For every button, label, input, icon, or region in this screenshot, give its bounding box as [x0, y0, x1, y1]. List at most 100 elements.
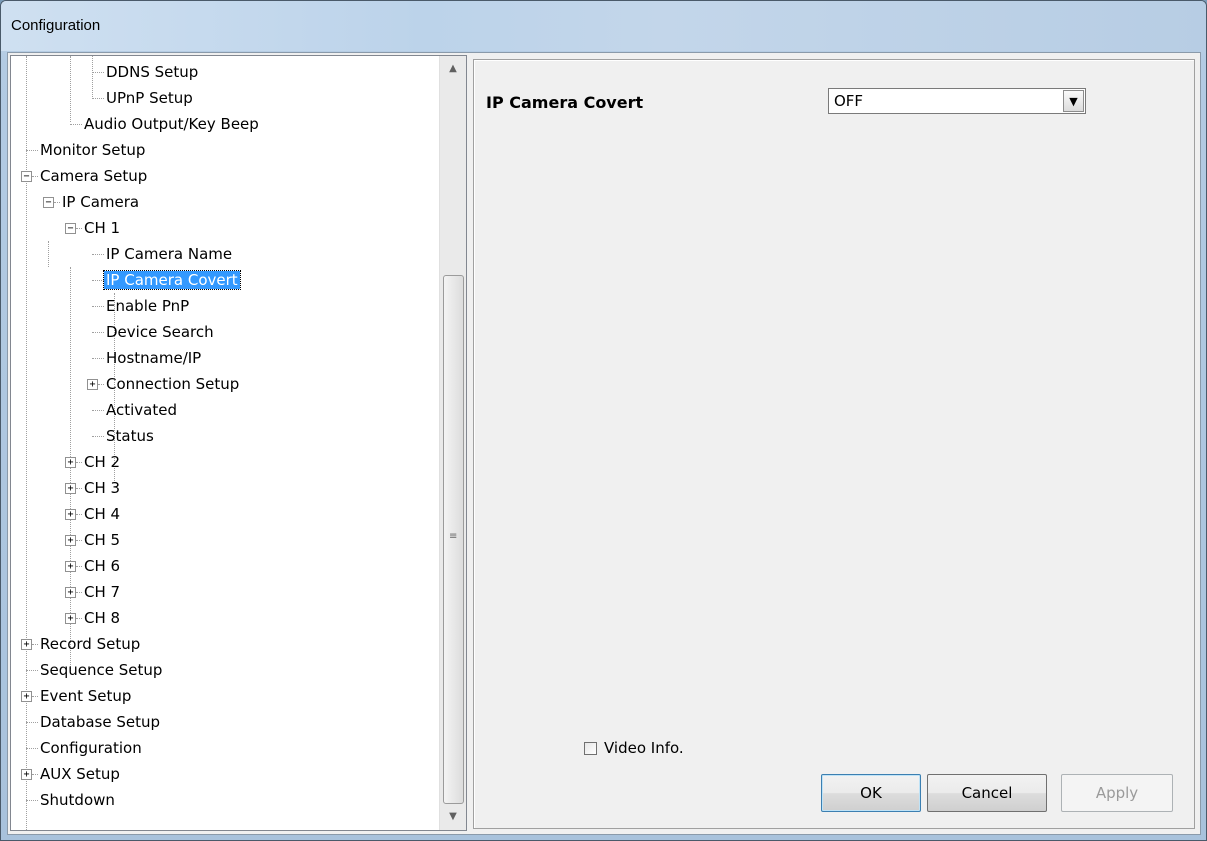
collapse-icon[interactable]: − [43, 197, 54, 208]
property-label: IP Camera Covert [486, 93, 644, 112]
tree-item-label: Activated [106, 401, 177, 419]
tree-guide-line [48, 241, 49, 267]
tree-item-ip-camera-covert[interactable]: IP Camera Covert [103, 267, 241, 293]
tree-scrollbar[interactable]: ▲ ≡ ▼ [439, 56, 466, 830]
tree-item-label: Enable PnP [106, 297, 190, 315]
tree-item-sequence-setup[interactable]: Sequence Setup [38, 657, 164, 683]
video-info-label: Video Info. [604, 739, 684, 757]
tree-item-connection-setup[interactable]: Connection Setup [104, 371, 241, 397]
expand-icon[interactable]: + [21, 691, 32, 702]
dropdown-arrow-icon[interactable]: ▼ [1063, 90, 1084, 112]
title-bar[interactable]: Configuration [1, 1, 1206, 51]
tree-item-status[interactable]: Status [104, 423, 156, 449]
tree-item-label: Record Setup [40, 635, 141, 653]
tree-item-camera-setup[interactable]: Camera Setup [38, 163, 149, 189]
tree-item-ddns-setup[interactable]: DDNS Setup [104, 59, 200, 85]
tree-item-label: DDNS Setup [106, 63, 199, 81]
tree-item-label: Camera Setup [40, 167, 148, 185]
ok-button[interactable]: OK [821, 774, 921, 812]
tree-item-ch-1[interactable]: CH 1 [82, 215, 122, 241]
settings-tree[interactable]: DDNS Setup UPnP Setup Audio Output/Key Bee… [10, 55, 467, 831]
tree-connector-line [26, 800, 38, 801]
tree-item-ch-2[interactable]: CH 2 [82, 449, 122, 475]
scrollbar-thumb[interactable]: ≡ [443, 275, 464, 804]
tree-item-label: Shutdown [40, 791, 115, 809]
tree-item-label: Configuration [40, 739, 142, 757]
tree-item-label: Device Search [106, 323, 214, 341]
expand-icon[interactable]: + [65, 457, 76, 468]
tree-item-ch-3[interactable]: CH 3 [82, 475, 122, 501]
tree-connector-line [70, 124, 82, 125]
tree-item-ch-8[interactable]: CH 8 [82, 605, 122, 631]
apply-button[interactable]: Apply [1061, 774, 1173, 812]
tree-item-shutdown[interactable]: Shutdown [38, 787, 117, 813]
tree-item-label: UPnP Setup [106, 89, 193, 107]
tree-item-label: Database Setup [40, 713, 160, 731]
tree-item-label: Audio Output/Key Beep [84, 115, 259, 133]
tree-item-label: Monitor Setup [40, 141, 146, 159]
tree-item-label: Sequence Setup [40, 661, 163, 679]
expand-icon[interactable]: + [87, 379, 98, 390]
tree-connector-line [26, 150, 38, 151]
grip-icon: ≡ [449, 531, 458, 542]
tree-item-configuration[interactable]: Configuration [38, 735, 144, 761]
tree-item-ch-5[interactable]: CH 5 [82, 527, 122, 553]
tree-connector-line [92, 98, 104, 99]
window-title: Configuration [11, 17, 101, 34]
tree-connector-line [92, 306, 104, 307]
tree-item-label: Event Setup [40, 687, 132, 705]
tree-item-label: CH 2 [84, 453, 121, 471]
tree-item-ip-camera[interactable]: IP Camera [60, 189, 141, 215]
expand-icon[interactable]: + [65, 561, 76, 572]
tree-item-database-setup[interactable]: Database Setup [38, 709, 162, 735]
tree-item-label: IP Camera [62, 193, 140, 211]
collapse-icon[interactable]: − [65, 223, 76, 234]
tree-item-monitor-setup[interactable]: Monitor Setup [38, 137, 147, 163]
tree-item-ch-6[interactable]: CH 6 [82, 553, 122, 579]
property-group-box [473, 59, 1195, 829]
tree-item-aux-setup[interactable]: AUX Setup [38, 761, 122, 787]
expand-icon[interactable]: + [21, 639, 32, 650]
tree-item-hostname-ip[interactable]: Hostname/IP [104, 345, 203, 371]
tree-item-label: CH 4 [84, 505, 121, 523]
video-info-checkbox[interactable] [584, 742, 597, 755]
tree-item-event-setup[interactable]: Event Setup [38, 683, 133, 709]
configuration-window: Configuration DDNS Setup UPnP Setup Audio … [0, 0, 1207, 841]
tree-connector-line [92, 358, 104, 359]
expand-icon[interactable]: + [65, 509, 76, 520]
tree-connector-line [26, 722, 38, 723]
cancel-button[interactable]: Cancel [927, 774, 1047, 812]
collapse-icon[interactable]: − [21, 171, 32, 182]
dialog-client-area: DDNS Setup UPnP Setup Audio Output/Key Bee… [7, 52, 1201, 835]
expand-icon[interactable]: + [65, 613, 76, 624]
tree-item-label: Hostname/IP [106, 349, 202, 367]
tree-item-device-search[interactable]: Device Search [104, 319, 216, 345]
tree-connector-line [92, 254, 104, 255]
tree-item-enable-pnp[interactable]: Enable PnP [104, 293, 191, 319]
tree-item-ip-camera-name[interactable]: IP Camera Name [104, 241, 234, 267]
tree-item-label: CH 1 [84, 219, 121, 237]
tree-guide-line [70, 56, 71, 122]
tree-connector-line [92, 436, 104, 437]
covert-select[interactable]: OFF ▼ [828, 88, 1086, 114]
tree-item-audio-output-key-beep[interactable]: Audio Output/Key Beep [82, 111, 261, 137]
tree-item-record-setup[interactable]: Record Setup [38, 631, 142, 657]
tree-item-upnp-setup[interactable]: UPnP Setup [104, 85, 195, 111]
expand-icon[interactable]: + [65, 587, 76, 598]
tree-item-label: CH 8 [84, 609, 121, 627]
scroll-up-arrow-icon[interactable]: ▲ [440, 56, 466, 82]
tree-item-label: CH 6 [84, 557, 121, 575]
tree-item-label: AUX Setup [40, 765, 120, 783]
tree-item-activated[interactable]: Activated [104, 397, 179, 423]
tree-item-label: IP Camera Name [106, 245, 233, 263]
tree-item-ch-4[interactable]: CH 4 [82, 501, 122, 527]
scroll-down-arrow-icon[interactable]: ▼ [440, 804, 466, 830]
expand-icon[interactable]: + [21, 769, 32, 780]
expand-icon[interactable]: + [65, 483, 76, 494]
tree-item-label: Connection Setup [106, 375, 240, 393]
tree-connector-line [26, 748, 38, 749]
tree-item-label: IP Camera Covert [103, 270, 241, 290]
expand-icon[interactable]: + [65, 535, 76, 546]
covert-select-value: OFF [834, 92, 864, 110]
tree-item-ch-7[interactable]: CH 7 [82, 579, 122, 605]
